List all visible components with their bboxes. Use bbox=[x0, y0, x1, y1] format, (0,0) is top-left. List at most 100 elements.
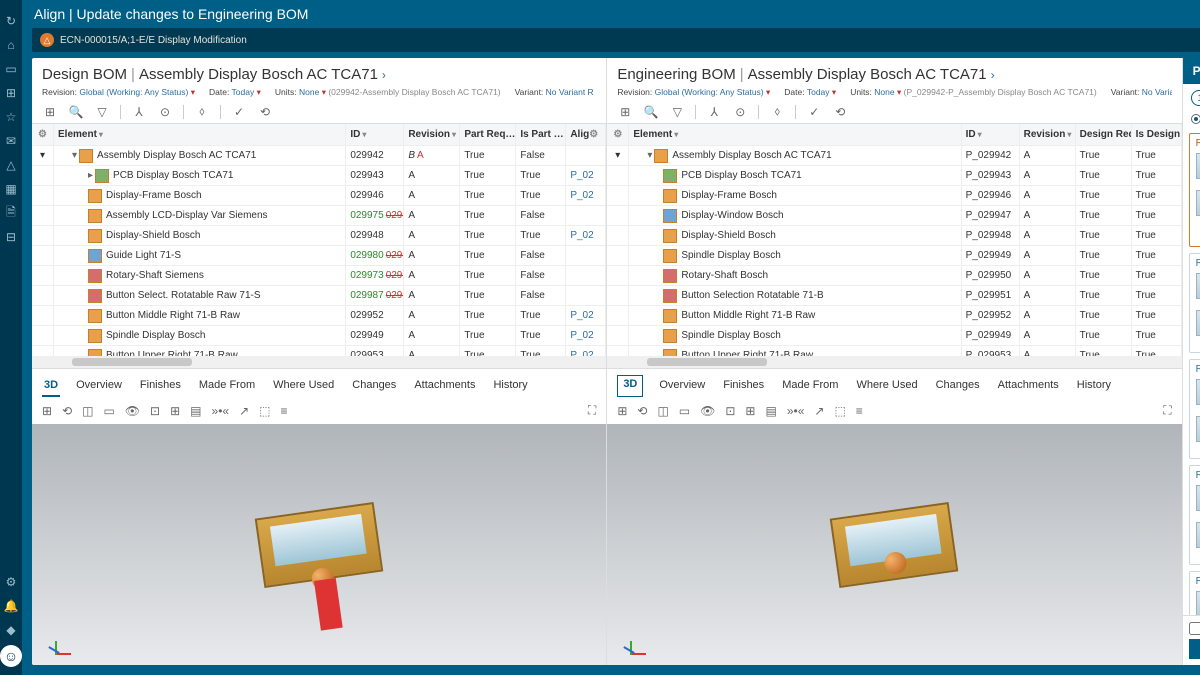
grid-tool-5[interactable]: ⊙ bbox=[157, 105, 173, 119]
viewer-tool-6[interactable]: ⊞ bbox=[170, 404, 180, 418]
grid-header[interactable]: ⚙ Element ▾ ID ▾ Revision ▾ Design Req… … bbox=[607, 124, 1181, 146]
leftbar-icon-2[interactable]: ▭ bbox=[2, 60, 20, 78]
tab-3d[interactable]: 3D bbox=[617, 375, 643, 397]
tab-made-from[interactable]: Made From bbox=[197, 375, 257, 397]
table-row[interactable]: Spindle Display Bosch 029949 A True True… bbox=[32, 326, 606, 346]
update-card[interactable]: Replace◐ Guide Light 71-S 029980Revision… bbox=[1189, 465, 1200, 565]
grid-header[interactable]: ⚙ Element ▾ ID ▾ Revision ▾ Part Req… ▾ … bbox=[32, 124, 606, 146]
viewer-tool-4[interactable]: 👁 bbox=[125, 404, 140, 418]
table-row[interactable]: PCB Display Bosch TCA71 P_029943 A True … bbox=[607, 166, 1181, 186]
viewer-tool-7[interactable]: ▤ bbox=[190, 404, 201, 418]
grid-tool-1[interactable]: 🔍 bbox=[643, 105, 659, 119]
viewer-tool-1[interactable]: ⟲ bbox=[62, 404, 72, 418]
grid-hscroll[interactable] bbox=[32, 356, 606, 368]
viewer-tool-7[interactable]: ▤ bbox=[765, 404, 776, 418]
table-row[interactable]: Assembly LCD-Display Var Siemens 0299750… bbox=[32, 206, 606, 226]
viewer-tool-9[interactable]: ↗ bbox=[814, 404, 824, 418]
grid-tool-0[interactable]: ⊞ bbox=[42, 105, 58, 119]
update-card[interactable]: Revise◧ Assembly Display Bosch A 029942R… bbox=[1189, 133, 1200, 247]
table-row[interactable]: Button Selection Rotatable 71-B P_029951… bbox=[607, 286, 1181, 306]
grid-tool-9[interactable]: ✓ bbox=[231, 105, 247, 119]
update-card[interactable]: Replace◩ Assembly LCD-Display Var 029975… bbox=[1189, 253, 1200, 353]
table-row[interactable]: ▸PCB Display Bosch TCA71 029943 A True T… bbox=[32, 166, 606, 186]
tab-finishes[interactable]: Finishes bbox=[721, 375, 766, 397]
viewer-tool-5[interactable]: ⊡ bbox=[725, 404, 735, 418]
tab-history[interactable]: History bbox=[491, 375, 529, 397]
table-row[interactable]: Display-Frame Bosch 029946 A True TrueP_… bbox=[32, 186, 606, 206]
tab-attachments[interactable]: Attachments bbox=[996, 375, 1061, 397]
filter-pill-0[interactable]: 1 Revise bbox=[1191, 90, 1200, 106]
viewer-tool-4[interactable]: 👁 bbox=[700, 404, 715, 418]
column-config-icon[interactable]: ⚙ bbox=[38, 129, 47, 140]
leftbar-icon-3[interactable]: ⊞ bbox=[2, 84, 20, 102]
viewer-tool-2[interactable]: ◫ bbox=[657, 404, 668, 418]
grid-tool-2[interactable]: ▽ bbox=[669, 105, 685, 119]
leftbar-icon-6[interactable]: △ bbox=[2, 156, 20, 174]
update-card[interactable]: Replace● Button Select. Rotatable R 0299… bbox=[1189, 359, 1200, 459]
grid-tool-7[interactable]: ⬨ bbox=[769, 104, 785, 119]
update-button[interactable]: Update bbox=[1189, 639, 1200, 659]
table-row[interactable]: Button Select. Rotatable Raw 71-S 029987… bbox=[32, 286, 606, 306]
table-row[interactable]: Display-Shield Bosch 029948 A True TrueP… bbox=[32, 226, 606, 246]
tab-made-from[interactable]: Made From bbox=[780, 375, 840, 397]
avatar[interactable]: ☺ bbox=[0, 645, 22, 667]
grid-tool-4[interactable]: ⅄ bbox=[131, 105, 147, 119]
tab-where-used[interactable]: Where Used bbox=[854, 375, 919, 397]
grid-tool-7[interactable]: ⬨ bbox=[194, 104, 210, 119]
leftbar-icon-4[interactable]: ☆ bbox=[2, 108, 20, 126]
viewer-tool-8[interactable]: »•« bbox=[212, 404, 230, 418]
leftbar-icon-5[interactable]: ✉ bbox=[2, 132, 20, 150]
table-row[interactable]: Rotary-Shaft Bosch P_029950 A True True bbox=[607, 266, 1181, 286]
tab-changes[interactable]: Changes bbox=[934, 375, 982, 397]
leftbar-icon-7[interactable]: ▦ bbox=[2, 180, 20, 198]
viewer-tool-0[interactable]: ⊞ bbox=[42, 404, 52, 418]
grid-hscroll[interactable] bbox=[607, 356, 1181, 368]
table-row[interactable]: Display-Window Bosch P_029947 A True Tru… bbox=[607, 206, 1181, 226]
show-all-option[interactable]: Show All bbox=[1191, 114, 1200, 127]
grid-tool-1[interactable]: 🔍 bbox=[68, 105, 84, 119]
table-row[interactable]: Button Upper Right 71-B Raw P_029953 A T… bbox=[607, 346, 1181, 356]
table-row[interactable]: ▾ ▾Assembly Display Bosch AC TCA71 02994… bbox=[32, 146, 606, 166]
viewer-tool-3[interactable]: ▭ bbox=[679, 404, 690, 418]
table-row[interactable]: Rotary-Shaft Siemens 02997302995 A True … bbox=[32, 266, 606, 286]
table-row[interactable]: Guide Light 71-S 02998002994 A True Fals… bbox=[32, 246, 606, 266]
leftbar-icon-1[interactable]: ⌂ bbox=[2, 36, 20, 54]
viewer-fullscreen-icon[interactable]: ⛶ bbox=[1163, 403, 1171, 418]
grid-tool-5[interactable]: ⊙ bbox=[732, 105, 748, 119]
viewer-tool-9[interactable]: ↗ bbox=[239, 404, 249, 418]
table-row[interactable]: ▾ ▾Assembly Display Bosch AC TCA71 P_029… bbox=[607, 146, 1181, 166]
viewer-fullscreen-icon[interactable]: ⛶ bbox=[588, 403, 596, 418]
viewer-tool-2[interactable]: ◫ bbox=[82, 404, 93, 418]
grid-tool-0[interactable]: ⊞ bbox=[617, 105, 633, 119]
viewer-tool-1[interactable]: ⟲ bbox=[637, 404, 647, 418]
grid-tool-2[interactable]: ▽ bbox=[94, 105, 110, 119]
chevron-right-icon[interactable]: › bbox=[991, 68, 995, 82]
tab-history[interactable]: History bbox=[1075, 375, 1113, 397]
tab-where-used[interactable]: Where Used bbox=[271, 375, 336, 397]
grid-tool-4[interactable]: ⅄ bbox=[706, 105, 722, 119]
viewer-tool-11[interactable]: ≡ bbox=[856, 404, 863, 418]
table-row[interactable]: Spindle Display Bosch P_029949 A True Tr… bbox=[607, 326, 1181, 346]
tab-3d[interactable]: 3D bbox=[42, 375, 60, 397]
grid-tool-9[interactable]: ✓ bbox=[806, 105, 822, 119]
viewer-tool-10[interactable]: ⬚ bbox=[834, 404, 845, 418]
update-card[interactable]: Replace● Rotary-Shaft Siemens bbox=[1189, 571, 1200, 615]
run-background-checkbox[interactable]: Run In Background bbox=[1189, 622, 1200, 635]
tab-overview[interactable]: Overview bbox=[74, 375, 124, 397]
table-row[interactable]: Display-Shield Bosch P_029948 A True Tru… bbox=[607, 226, 1181, 246]
leftbar-bottom-icon-0[interactable]: ⚙ bbox=[2, 573, 20, 591]
table-row[interactable]: Display-Frame Bosch P_029946 A True True bbox=[607, 186, 1181, 206]
3d-viewer[interactable] bbox=[607, 424, 1181, 665]
viewer-tool-11[interactable]: ≡ bbox=[280, 404, 287, 418]
leftbar-bottom-icon-2[interactable]: ◆ bbox=[2, 621, 20, 639]
leftbar-icon-8[interactable]: 🗎 bbox=[2, 204, 20, 222]
tab-attachments[interactable]: Attachments bbox=[412, 375, 477, 397]
leftbar-bottom-icon-1[interactable]: 🔔 bbox=[2, 597, 20, 615]
viewer-tool-10[interactable]: ⬚ bbox=[259, 404, 270, 418]
viewer-tool-8[interactable]: »•« bbox=[787, 404, 805, 418]
tab-changes[interactable]: Changes bbox=[350, 375, 398, 397]
3d-viewer[interactable] bbox=[32, 424, 606, 665]
leftbar-icon-0[interactable]: ↻ bbox=[2, 12, 20, 30]
column-config-icon[interactable]: ⚙ bbox=[613, 129, 622, 140]
leftbar-icon-9[interactable]: ⊟ bbox=[2, 228, 20, 246]
